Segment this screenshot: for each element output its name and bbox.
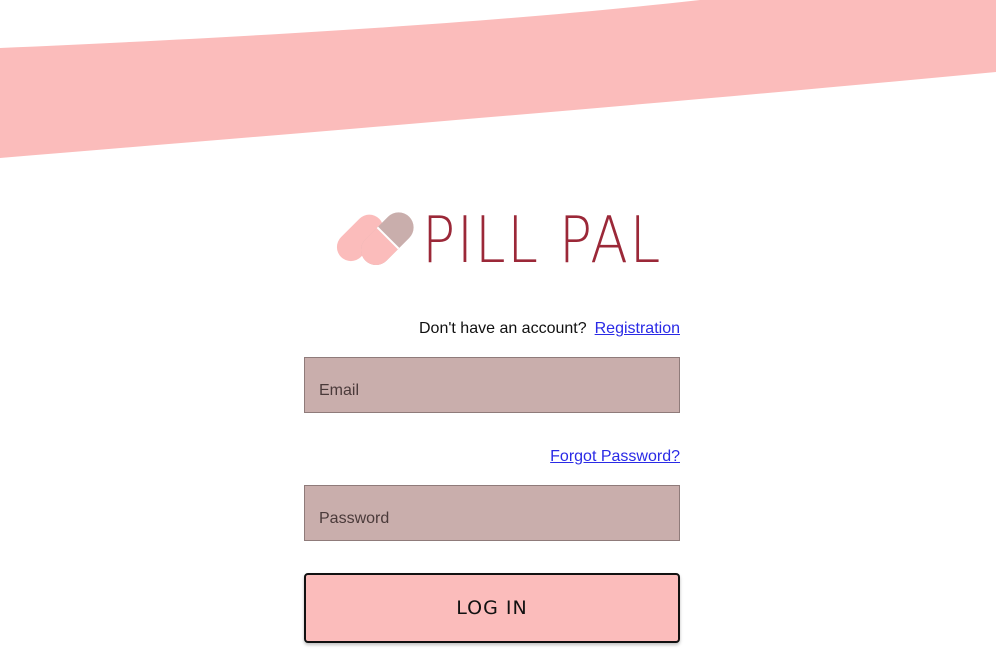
account-prompt-row: Don't have an account? Registration [419,320,680,338]
email-field-container [304,357,680,413]
email-field[interactable] [305,358,679,412]
account-prompt-text: Don't have an account? [419,320,587,337]
app-logo-text: PILL PAL [422,204,662,278]
heart-pill-icon [336,212,414,266]
password-field-container [304,485,680,541]
forgot-password-link[interactable]: Forgot Password? [550,448,680,466]
login-button[interactable]: LOG IN [304,573,680,643]
password-field[interactable] [305,486,679,540]
registration-link[interactable]: Registration [595,320,680,337]
app-logo: PILL PAL [330,206,701,276]
login-page: PILL PAL Don't have an account? Registrat… [0,0,996,672]
